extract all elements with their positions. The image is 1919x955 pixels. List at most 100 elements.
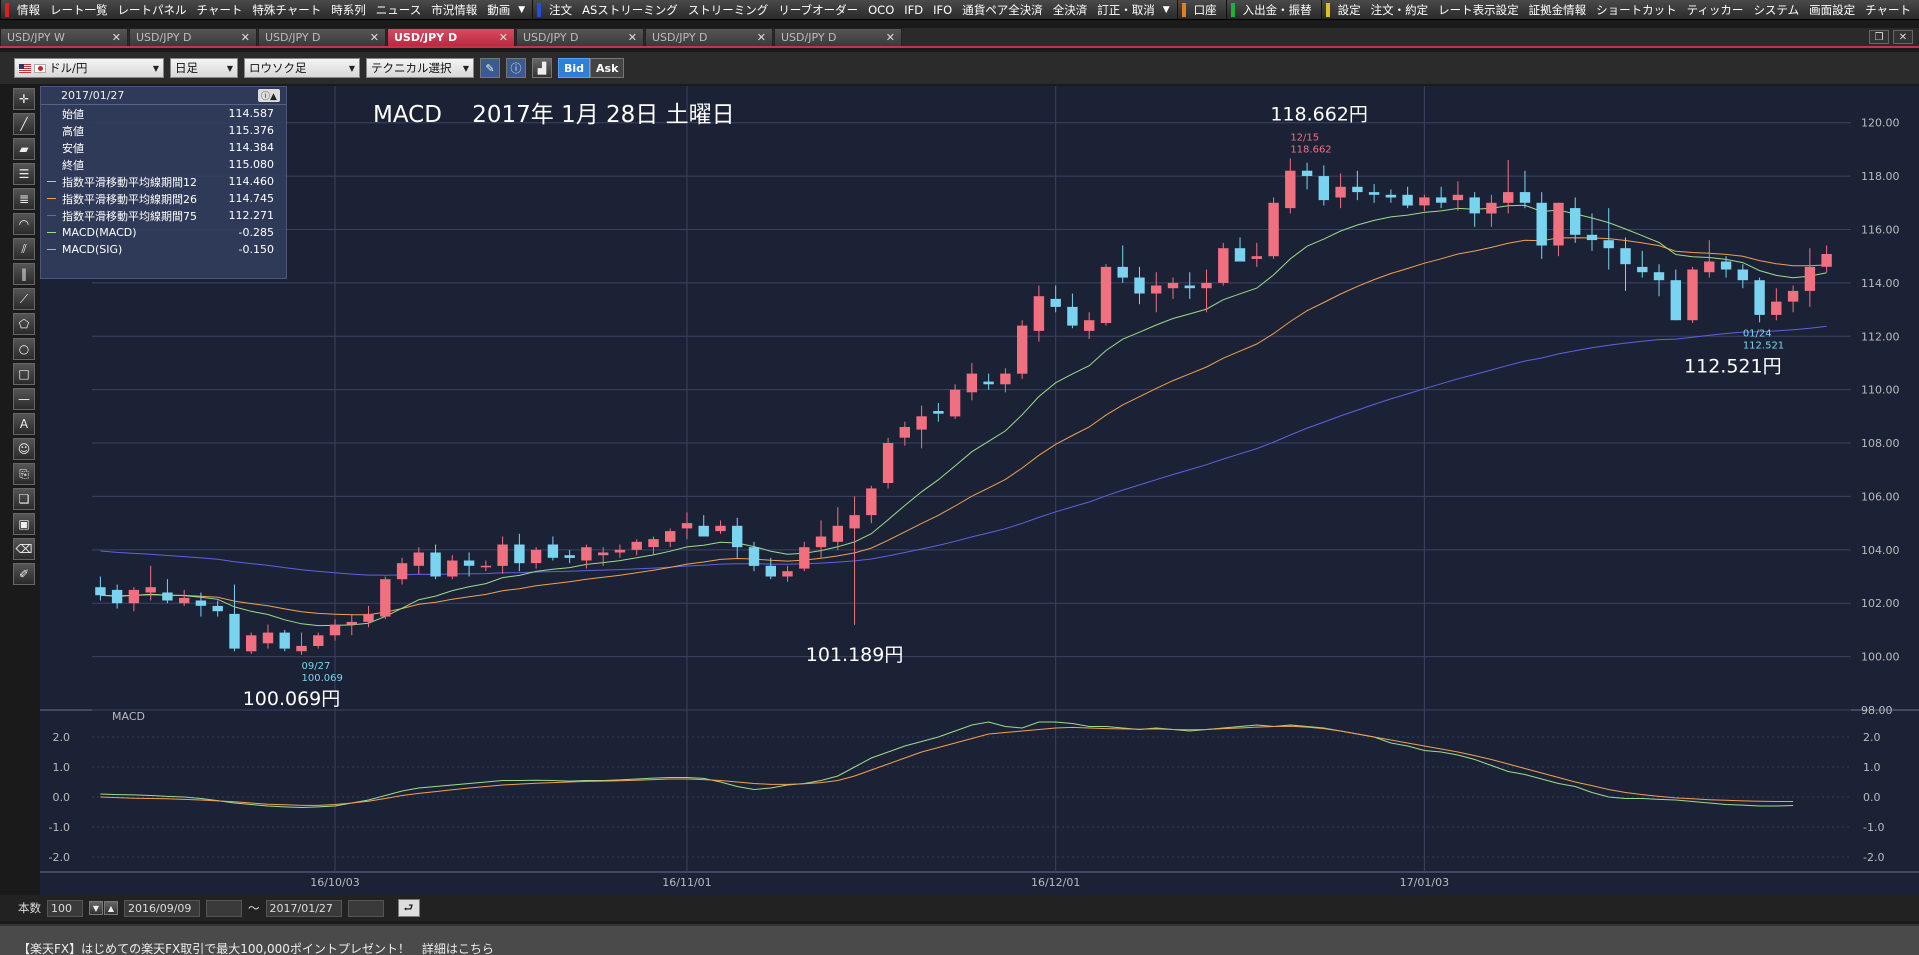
paste-icon[interactable]: ⎘ (13, 463, 35, 485)
menu-item[interactable]: 動画 (482, 0, 515, 19)
menu-item[interactable]: 市況情報 (426, 0, 482, 19)
text-tool-icon[interactable]: A (13, 413, 35, 435)
eraser-icon[interactable]: ⌫ (13, 538, 35, 560)
menu-item[interactable]: レートパネル (113, 0, 192, 19)
close-window-icon[interactable]: ✕ (1893, 30, 1913, 44)
copy-icon[interactable]: ❏ (13, 488, 35, 510)
candle-body (262, 632, 274, 644)
menu-item[interactable]: 口座 (1189, 0, 1222, 19)
menu-item[interactable]: レート表示設定 (1433, 0, 1524, 19)
menu-item[interactable]: 通貨ペア全決済 (957, 0, 1048, 19)
menu-item[interactable]: 全決済 (1048, 0, 1093, 19)
ask-toggle[interactable]: Ask (590, 58, 625, 78)
volume-bars-icon[interactable]: ▟ (532, 58, 552, 78)
emoji-icon[interactable]: ☺ (13, 438, 35, 460)
restore-window-icon[interactable]: ❐ (1869, 30, 1889, 44)
fan-lines-icon[interactable]: ⫽ (13, 238, 35, 260)
menu-item[interactable]: ストリーミング (683, 0, 774, 19)
candle-body (1084, 320, 1095, 331)
menu-item[interactable]: ティッカー (1682, 0, 1749, 19)
candle-body (363, 613, 374, 622)
close-tab-icon[interactable]: ✕ (757, 31, 766, 44)
fibonacci-icon[interactable]: ≣ (13, 188, 35, 210)
chart-tab[interactable]: USD/JPY D ✕ (774, 28, 902, 46)
technical-select[interactable]: テクニカル選択 ▼ (366, 58, 474, 78)
trendline-icon[interactable]: ╱ (13, 113, 35, 135)
menu-item[interactable]: 証拠金情報 (1524, 0, 1592, 19)
close-tab-icon[interactable]: ✕ (112, 31, 121, 44)
chart-tab[interactable]: USD/JPY W ✕ (0, 28, 128, 46)
info-icon[interactable]: ⓘ (506, 58, 526, 78)
menu-item[interactable]: IFD (899, 0, 928, 19)
menu-item[interactable]: 特殊チャート (247, 0, 326, 19)
info-collapse-icon[interactable]: ⓘ▲ (258, 89, 280, 102)
currency-pair-select[interactable]: ドル/円 ▼ (14, 58, 164, 78)
menu-item[interactable]: 注文・約定 (1366, 0, 1434, 19)
ruler-icon[interactable]: ▰ (13, 138, 35, 160)
menu-item[interactable]: 注文 (544, 0, 577, 19)
chart-tab[interactable]: USD/JPY D ✕ (645, 28, 773, 46)
count-up-icon[interactable]: ▲ (104, 901, 118, 915)
menu-item[interactable]: 入出金・振替 (1238, 0, 1317, 19)
menu-more-icon[interactable]: ▼ (1160, 5, 1173, 15)
period-select[interactable]: 日足 ▼ (170, 58, 238, 78)
close-tab-icon[interactable]: ✕ (499, 31, 508, 44)
chevron-down-icon: ▼ (152, 63, 159, 73)
candle-body (1804, 266, 1816, 291)
menu-item[interactable]: 時系列 (326, 0, 371, 19)
circle-icon[interactable]: ○ (13, 338, 35, 360)
horizontal-line-icon[interactable]: — (13, 388, 35, 410)
menu-item[interactable]: ショートカット (1591, 0, 1682, 19)
menu-item[interactable]: 画面設定 (1804, 0, 1860, 19)
menu-item[interactable]: レート一覧 (45, 0, 113, 19)
chart-tab[interactable]: USD/JPY D ✕ (258, 28, 386, 46)
chart-tab[interactable]: USD/JPY D ✕ (516, 28, 644, 46)
menu-item[interactable]: 設定 (1333, 0, 1366, 19)
menu-item[interactable]: チャート (1860, 0, 1916, 19)
gann-icon[interactable]: ⟋ (13, 288, 35, 310)
eraser-all-icon[interactable]: ✐ (13, 563, 35, 585)
rectangle-icon[interactable]: □ (13, 363, 35, 385)
menu-item[interactable]: ニュース (371, 0, 426, 19)
chart-tab[interactable]: USD/JPY D ✕ (129, 28, 257, 46)
pencil-icon[interactable]: ✎ (480, 58, 500, 78)
menu-item[interactable]: ASストリーミング (577, 0, 683, 19)
menu-item[interactable]: リーブオーダー (773, 0, 863, 19)
menu-more-icon[interactable]: ▼ (515, 5, 528, 15)
menu-item[interactable]: IFO (928, 0, 957, 19)
menu-item[interactable]: チャート (192, 0, 248, 19)
candle-body (1301, 170, 1313, 176)
crosshair-icon[interactable]: ✛ (13, 88, 35, 110)
close-tab-icon[interactable]: ✕ (370, 31, 379, 44)
horizontal-lines-icon[interactable]: ☰ (13, 163, 35, 185)
from-time-field[interactable] (206, 899, 242, 917)
menu-item[interactable]: 訂正・取消 (1092, 0, 1160, 19)
to-time-field[interactable] (347, 899, 384, 917)
vertical-lines-icon[interactable]: ‖ (13, 263, 35, 285)
to-date-field[interactable]: 2017/01/27 (265, 899, 342, 917)
count-field[interactable]: 100 (47, 899, 83, 917)
chart-type-select[interactable]: ロウソク足 ▼ (244, 58, 360, 78)
layers-icon[interactable]: ▣ (13, 513, 35, 535)
chart-tab[interactable]: USD/JPY D ✕ (387, 28, 515, 46)
menu-item[interactable]: 情報 (12, 0, 45, 19)
bid-toggle[interactable]: Bid (558, 58, 591, 78)
from-date-field[interactable]: 2016/09/09 (124, 899, 200, 917)
close-tab-icon[interactable]: ✕ (628, 31, 637, 44)
jp-flag-icon (34, 63, 46, 73)
menu-item[interactable]: OCO (863, 0, 899, 19)
menu-item[interactable]: システム (1748, 0, 1804, 19)
candle-body (514, 544, 525, 564)
chart-area[interactable]: 16/10/03 16/11/01 16/12/01 17/01/03 98.00 100… (40, 86, 1919, 901)
candle-body (1402, 194, 1413, 206)
low-annotation: 101.189円 (806, 644, 904, 666)
close-tab-icon[interactable]: ✕ (241, 31, 250, 44)
count-down-icon[interactable]: ▼ (89, 901, 103, 915)
price-chart[interactable]: 16/10/03 16/11/01 16/12/01 17/01/03 98.00 100… (40, 86, 1919, 895)
news-ticker[interactable]: 【楽天FX】はじめての楽天FX取引で最大100,000ポイントプレゼント！ 詳細… (0, 924, 1919, 955)
candle-body (329, 624, 341, 636)
fibonacci-arc-icon[interactable]: ◠ (13, 213, 35, 235)
apply-range-icon[interactable]: ⮐ (397, 899, 420, 917)
close-tab-icon[interactable]: ✕ (886, 31, 895, 44)
pentagon-icon[interactable]: ⬠ (13, 313, 35, 335)
